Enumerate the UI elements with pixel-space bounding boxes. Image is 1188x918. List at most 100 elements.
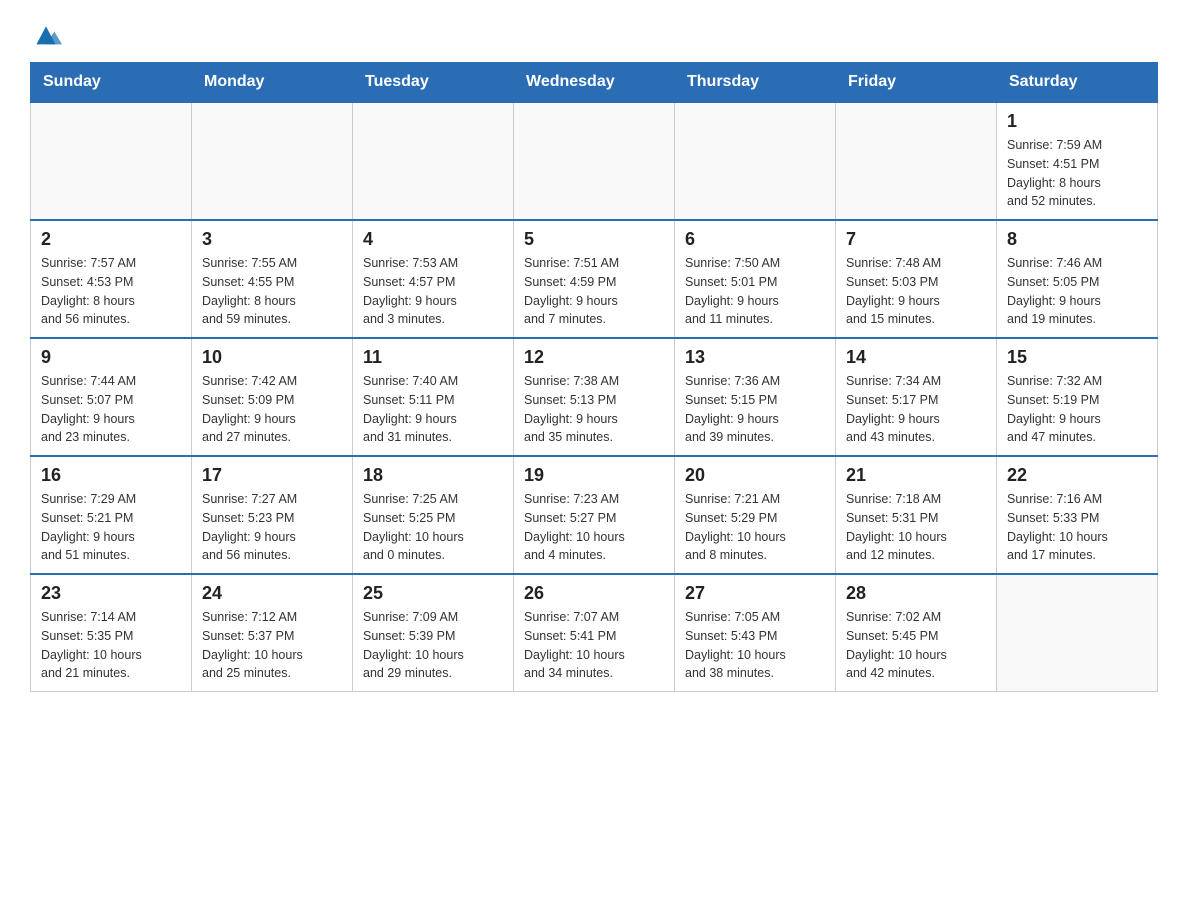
day-cell: 14 Sunrise: 7:34 AMSunset: 5:17 PMDayligh… (836, 338, 997, 456)
day-number: 13 (685, 347, 825, 368)
week-row-4: 16 Sunrise: 7:29 AMSunset: 5:21 PMDayligh… (31, 456, 1158, 574)
day-number: 23 (41, 583, 181, 604)
day-info: Sunrise: 7:12 AMSunset: 5:37 PMDaylight:… (202, 608, 342, 683)
day-info: Sunrise: 7:48 AMSunset: 5:03 PMDaylight:… (846, 254, 986, 329)
day-cell: 15 Sunrise: 7:32 AMSunset: 5:19 PMDayligh… (997, 338, 1158, 456)
day-number: 1 (1007, 111, 1147, 132)
day-number: 18 (363, 465, 503, 486)
day-cell: 25Sunrise: 7:09 AMSunset: 5:39 PMDayligh… (353, 574, 514, 692)
day-number: 26 (524, 583, 664, 604)
day-number: 6 (685, 229, 825, 250)
day-info: Sunrise: 7:02 AMSunset: 5:45 PMDaylight:… (846, 608, 986, 683)
header-friday: Friday (836, 63, 997, 103)
day-number: 5 (524, 229, 664, 250)
day-number: 27 (685, 583, 825, 604)
logo-icon (30, 20, 62, 52)
day-info: Sunrise: 7:51 AMSunset: 4:59 PMDaylight:… (524, 254, 664, 329)
calendar-header-row: SundayMondayTuesdayWednesdayThursdayFrid… (31, 63, 1158, 103)
day-info: Sunrise: 7:40 AMSunset: 5:11 PMDaylight:… (363, 372, 503, 447)
day-cell: 7 Sunrise: 7:48 AMSunset: 5:03 PMDaylight… (836, 220, 997, 338)
day-info: Sunrise: 7:53 AMSunset: 4:57 PMDaylight:… (363, 254, 503, 329)
day-cell: 19 Sunrise: 7:23 AMSunset: 5:27 PMDayligh… (514, 456, 675, 574)
week-row-1: 1 Sunrise: 7:59 AMSunset: 4:51 PMDaylight… (31, 102, 1158, 220)
day-number: 14 (846, 347, 986, 368)
day-number: 9 (41, 347, 181, 368)
day-cell: 3Sunrise: 7:55 AMSunset: 4:55 PMDaylight… (192, 220, 353, 338)
day-number: 17 (202, 465, 342, 486)
day-number: 15 (1007, 347, 1147, 368)
day-cell: 13 Sunrise: 7:36 AMSunset: 5:15 PMDayligh… (675, 338, 836, 456)
day-info: Sunrise: 7:59 AMSunset: 4:51 PMDaylight:… (1007, 136, 1147, 211)
day-cell: 27 Sunrise: 7:05 AMSunset: 5:43 PMDayligh… (675, 574, 836, 692)
day-cell: 18 Sunrise: 7:25 AMSunset: 5:25 PMDayligh… (353, 456, 514, 574)
day-cell: 26 Sunrise: 7:07 AMSunset: 5:41 PMDayligh… (514, 574, 675, 692)
day-cell (514, 102, 675, 220)
day-cell: 1 Sunrise: 7:59 AMSunset: 4:51 PMDaylight… (997, 102, 1158, 220)
day-number: 2 (41, 229, 181, 250)
day-info: Sunrise: 7:27 AMSunset: 5:23 PMDaylight:… (202, 490, 342, 565)
day-info: Sunrise: 7:05 AMSunset: 5:43 PMDaylight:… (685, 608, 825, 683)
logo (30, 20, 68, 52)
day-number: 3 (202, 229, 342, 250)
day-info: Sunrise: 7:32 AMSunset: 5:19 PMDaylight:… (1007, 372, 1147, 447)
day-number: 24 (202, 583, 342, 604)
calendar-table: SundayMondayTuesdayWednesdayThursdayFrid… (30, 62, 1158, 692)
day-cell: 20 Sunrise: 7:21 AMSunset: 5:29 PMDayligh… (675, 456, 836, 574)
day-cell: 9 Sunrise: 7:44 AMSunset: 5:07 PMDaylight… (31, 338, 192, 456)
header-saturday: Saturday (997, 63, 1158, 103)
day-info: Sunrise: 7:25 AMSunset: 5:25 PMDaylight:… (363, 490, 503, 565)
day-number: 4 (363, 229, 503, 250)
day-info: Sunrise: 7:14 AMSunset: 5:35 PMDaylight:… (41, 608, 181, 683)
day-info: Sunrise: 7:29 AMSunset: 5:21 PMDaylight:… (41, 490, 181, 565)
week-row-3: 9 Sunrise: 7:44 AMSunset: 5:07 PMDaylight… (31, 338, 1158, 456)
header-wednesday: Wednesday (514, 63, 675, 103)
day-cell: 12 Sunrise: 7:38 AMSunset: 5:13 PMDayligh… (514, 338, 675, 456)
day-cell: 23 Sunrise: 7:14 AMSunset: 5:35 PMDayligh… (31, 574, 192, 692)
day-info: Sunrise: 7:18 AMSunset: 5:31 PMDaylight:… (846, 490, 986, 565)
day-cell: 6 Sunrise: 7:50 AMSunset: 5:01 PMDaylight… (675, 220, 836, 338)
day-number: 10 (202, 347, 342, 368)
day-number: 8 (1007, 229, 1147, 250)
day-info: Sunrise: 7:42 AMSunset: 5:09 PMDaylight:… (202, 372, 342, 447)
day-number: 7 (846, 229, 986, 250)
day-cell: 10 Sunrise: 7:42 AMSunset: 5:09 PMDayligh… (192, 338, 353, 456)
day-number: 12 (524, 347, 664, 368)
day-cell: 17 Sunrise: 7:27 AMSunset: 5:23 PMDayligh… (192, 456, 353, 574)
day-cell: 22 Sunrise: 7:16 AMSunset: 5:33 PMDayligh… (997, 456, 1158, 574)
day-info: Sunrise: 7:46 AMSunset: 5:05 PMDaylight:… (1007, 254, 1147, 329)
day-cell: 5 Sunrise: 7:51 AMSunset: 4:59 PMDaylight… (514, 220, 675, 338)
day-cell: 4 Sunrise: 7:53 AMSunset: 4:57 PMDaylight… (353, 220, 514, 338)
day-number: 28 (846, 583, 986, 604)
day-number: 19 (524, 465, 664, 486)
day-info: Sunrise: 7:50 AMSunset: 5:01 PMDaylight:… (685, 254, 825, 329)
page-header (30, 20, 1158, 52)
day-cell (31, 102, 192, 220)
day-info: Sunrise: 7:23 AMSunset: 5:27 PMDaylight:… (524, 490, 664, 565)
day-number: 16 (41, 465, 181, 486)
day-cell: 11Sunrise: 7:40 AMSunset: 5:11 PMDayligh… (353, 338, 514, 456)
day-number: 20 (685, 465, 825, 486)
day-info: Sunrise: 7:57 AMSunset: 4:53 PMDaylight:… (41, 254, 181, 329)
day-number: 21 (846, 465, 986, 486)
day-cell: 8 Sunrise: 7:46 AMSunset: 5:05 PMDaylight… (997, 220, 1158, 338)
day-info: Sunrise: 7:21 AMSunset: 5:29 PMDaylight:… (685, 490, 825, 565)
day-cell: 2 Sunrise: 7:57 AMSunset: 4:53 PMDaylight… (31, 220, 192, 338)
day-info: Sunrise: 7:44 AMSunset: 5:07 PMDaylight:… (41, 372, 181, 447)
day-info: Sunrise: 7:38 AMSunset: 5:13 PMDaylight:… (524, 372, 664, 447)
day-cell (836, 102, 997, 220)
day-cell: 24 Sunrise: 7:12 AMSunset: 5:37 PMDayligh… (192, 574, 353, 692)
day-number: 25 (363, 583, 503, 604)
day-cell (675, 102, 836, 220)
day-cell: 21 Sunrise: 7:18 AMSunset: 5:31 PMDayligh… (836, 456, 997, 574)
header-monday: Monday (192, 63, 353, 103)
header-sunday: Sunday (31, 63, 192, 103)
day-cell (192, 102, 353, 220)
day-info: Sunrise: 7:34 AMSunset: 5:17 PMDaylight:… (846, 372, 986, 447)
day-cell: 28 Sunrise: 7:02 AMSunset: 5:45 PMDayligh… (836, 574, 997, 692)
day-info: Sunrise: 7:16 AMSunset: 5:33 PMDaylight:… (1007, 490, 1147, 565)
day-info: Sunrise: 7:07 AMSunset: 5:41 PMDaylight:… (524, 608, 664, 683)
day-number: 22 (1007, 465, 1147, 486)
day-info: Sunrise: 7:36 AMSunset: 5:15 PMDaylight:… (685, 372, 825, 447)
day-cell: 16 Sunrise: 7:29 AMSunset: 5:21 PMDayligh… (31, 456, 192, 574)
week-row-5: 23 Sunrise: 7:14 AMSunset: 5:35 PMDayligh… (31, 574, 1158, 692)
